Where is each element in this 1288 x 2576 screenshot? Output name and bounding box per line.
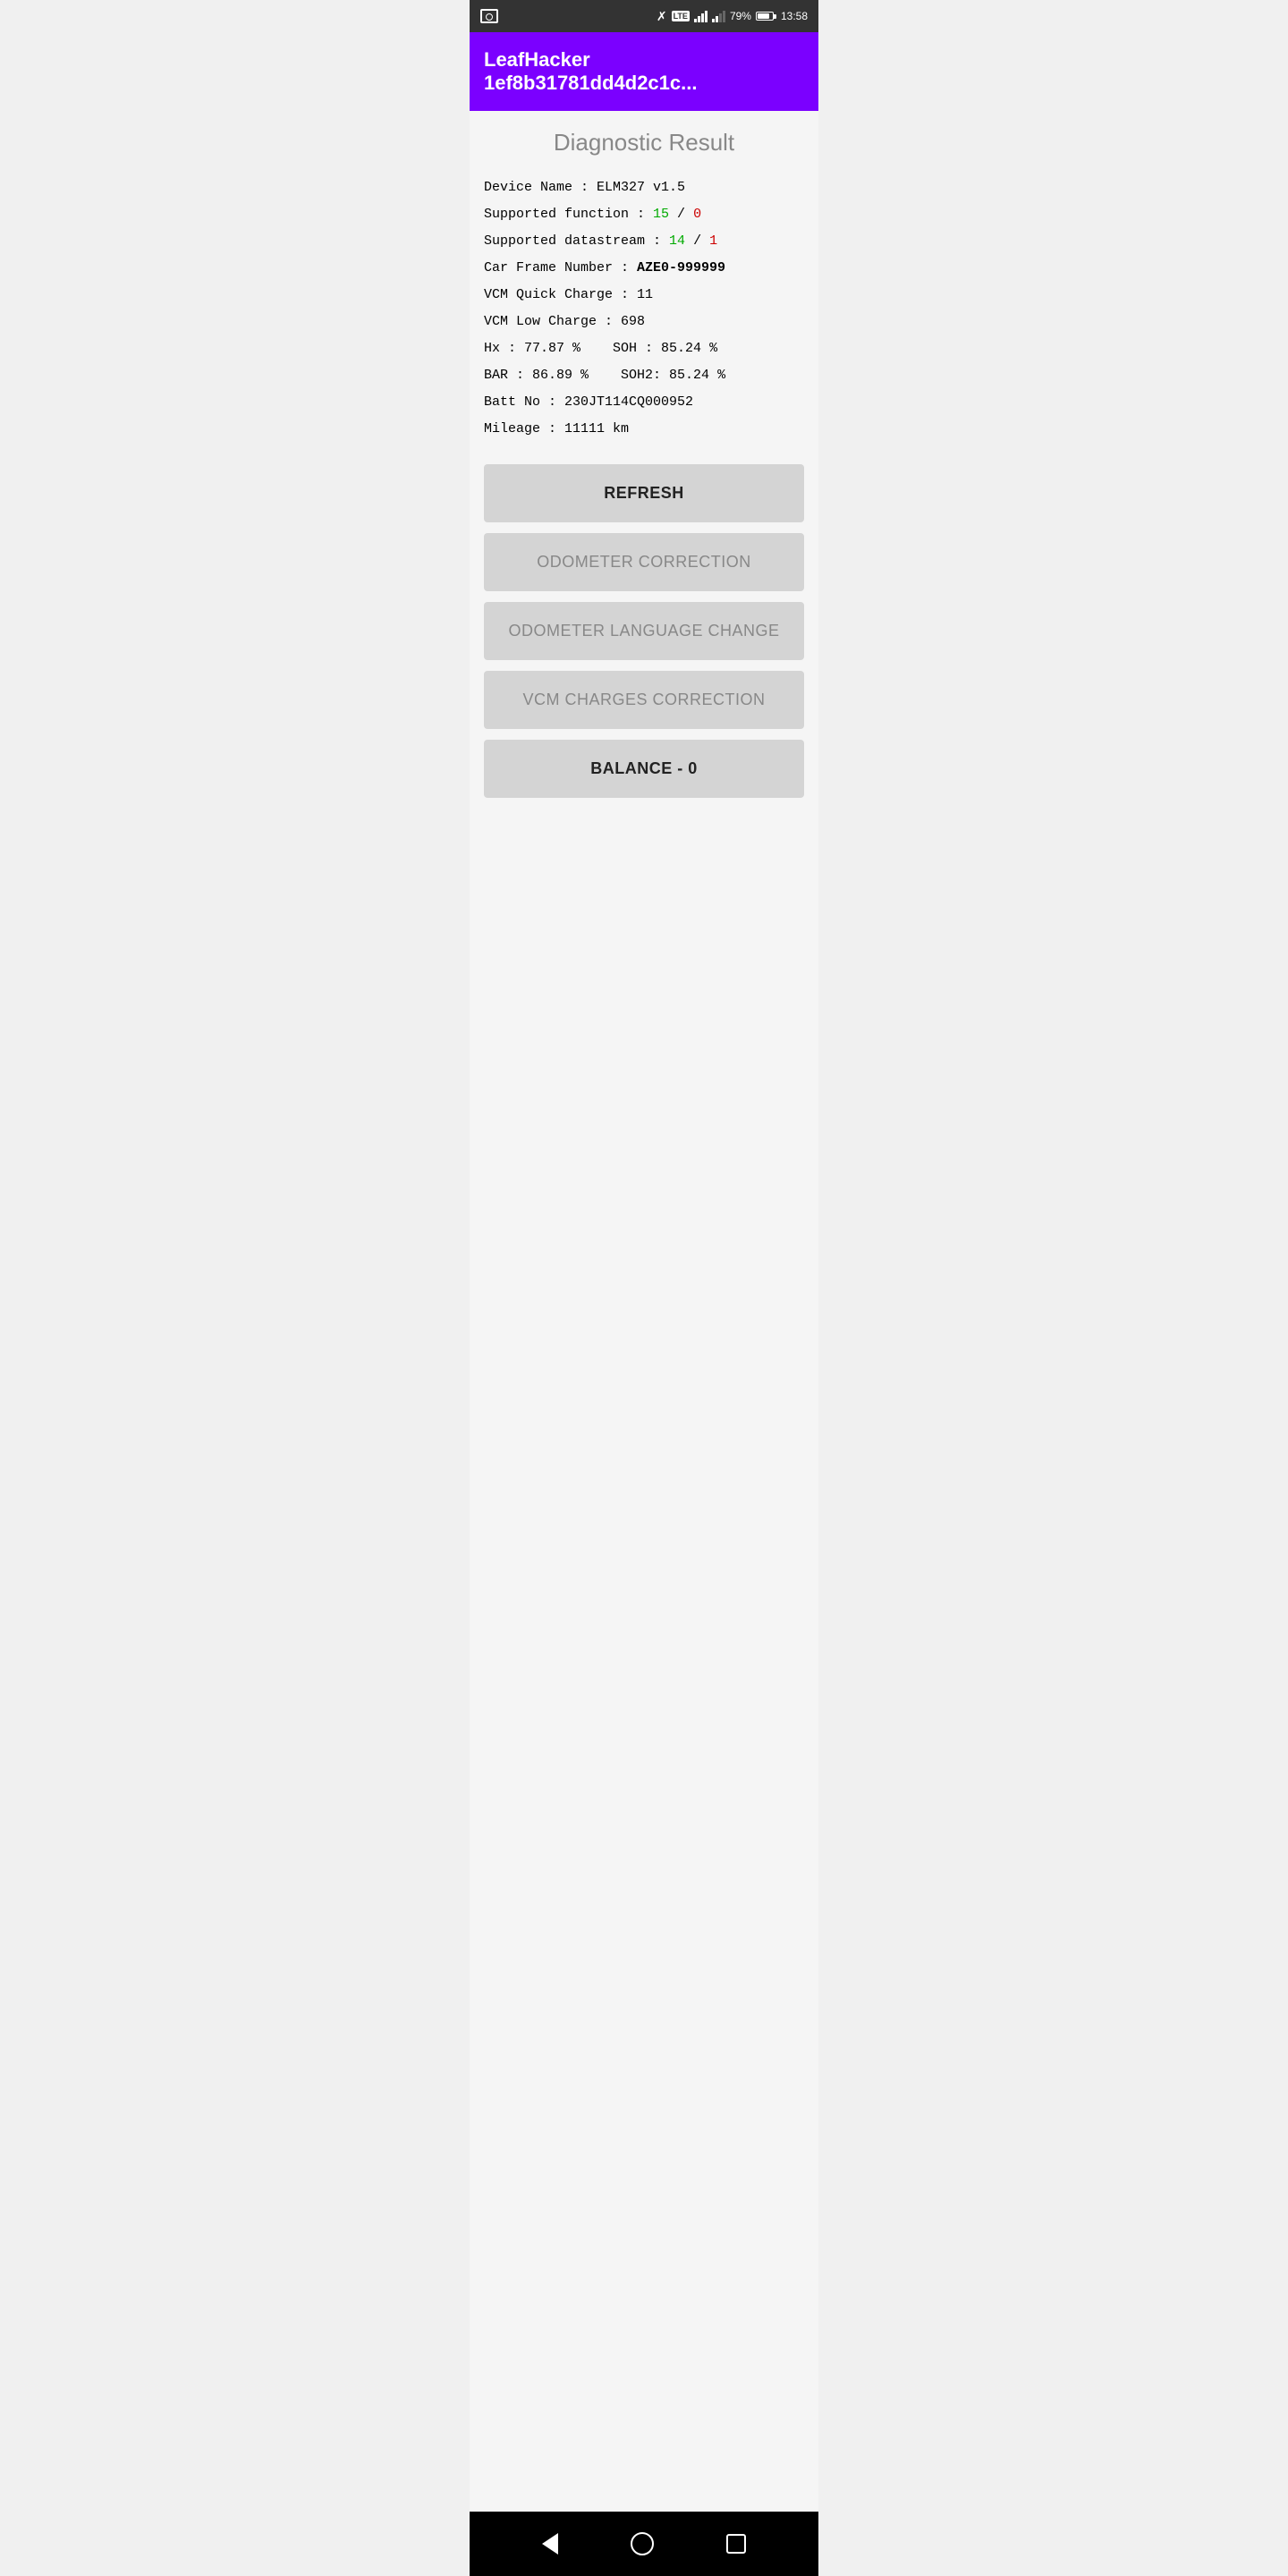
soh2-value: SOH2: 85.24 % [621, 368, 725, 383]
vcm-quick-charge-line: VCM Quick Charge : 11 [484, 282, 804, 309]
signal-bars-2 [712, 10, 725, 22]
recent-button[interactable] [726, 2534, 746, 2554]
device-name-line: Device Name : ELM327 v1.5 [484, 174, 804, 201]
battery-percent: 79% [730, 10, 751, 22]
car-frame-value: AZE0-999999 [637, 260, 725, 275]
mileage-line: Mileage : 11111 km [484, 416, 804, 443]
main-content: Diagnostic Result Device Name : ELM327 v… [470, 111, 818, 2512]
bottom-nav [470, 2512, 818, 2576]
balance-button[interactable]: BALANCE - 0 [484, 740, 804, 798]
soh-value: SOH : 85.24 % [613, 341, 717, 356]
supported-function-sep: / [669, 207, 693, 222]
supported-datastream-green: 14 [669, 233, 685, 249]
bluetooth-icon: ✗ [657, 9, 667, 24]
hx-soh-line: Hx : 77.87 % SOH : 85.24 % [484, 335, 804, 362]
status-bar-right: ✗ LTE 79% 13:58 [657, 9, 808, 24]
batt-no-line: Batt No : 230JT114CQ000952 [484, 389, 804, 416]
supported-function-line: Supported function : 15 / 0 [484, 201, 804, 228]
supported-datastream-label: Supported datastream : [484, 233, 669, 249]
bar-soh2-line: BAR : 86.89 % SOH2: 85.24 % [484, 362, 804, 389]
photo-icon [480, 9, 498, 23]
supported-function-label: Supported function : [484, 207, 653, 222]
page-title: Diagnostic Result [484, 129, 804, 157]
supported-function-red: 0 [693, 207, 701, 222]
status-time: 13:58 [781, 10, 808, 22]
diagnostic-info: Device Name : ELM327 v1.5 Supported func… [484, 174, 804, 443]
app-header: LeafHacker 1ef8b31781dd4d2c1c... [470, 32, 818, 111]
supported-function-green: 15 [653, 207, 669, 222]
app-title: LeafHacker 1ef8b31781dd4d2c1c... [484, 48, 697, 94]
odometer-language-change-button[interactable]: ODOMETER LANGUAGE CHANGE [484, 602, 804, 660]
back-button[interactable] [542, 2533, 558, 2555]
supported-datastream-red: 1 [709, 233, 717, 249]
battery-icon [756, 12, 776, 21]
home-icon [631, 2532, 654, 2555]
status-bar-left [480, 9, 498, 23]
recent-icon [726, 2534, 746, 2554]
supported-datastream-sep: / [685, 233, 709, 249]
button-group: REFRESH ODOMETER CORRECTION ODOMETER LAN… [484, 464, 804, 798]
lte-badge: LTE [672, 11, 690, 21]
vcm-low-charge-line: VCM Low Charge : 698 [484, 309, 804, 335]
car-frame-label: Car Frame Number : [484, 260, 637, 275]
back-icon [542, 2533, 558, 2555]
status-bar: ✗ LTE 79% 13:58 [470, 0, 818, 32]
bar-value: BAR : 86.89 % [484, 368, 589, 383]
odometer-correction-button[interactable]: ODOMETER CORRECTION [484, 533, 804, 591]
car-frame-line: Car Frame Number : AZE0-999999 [484, 255, 804, 282]
supported-datastream-line: Supported datastream : 14 / 1 [484, 228, 804, 255]
signal-bars-1 [694, 10, 708, 22]
refresh-button[interactable]: REFRESH [484, 464, 804, 522]
hx-value: Hx : 77.87 % [484, 341, 580, 356]
vcm-charges-correction-button[interactable]: VCM CHARGES CORRECTION [484, 671, 804, 729]
home-button[interactable] [631, 2532, 654, 2555]
